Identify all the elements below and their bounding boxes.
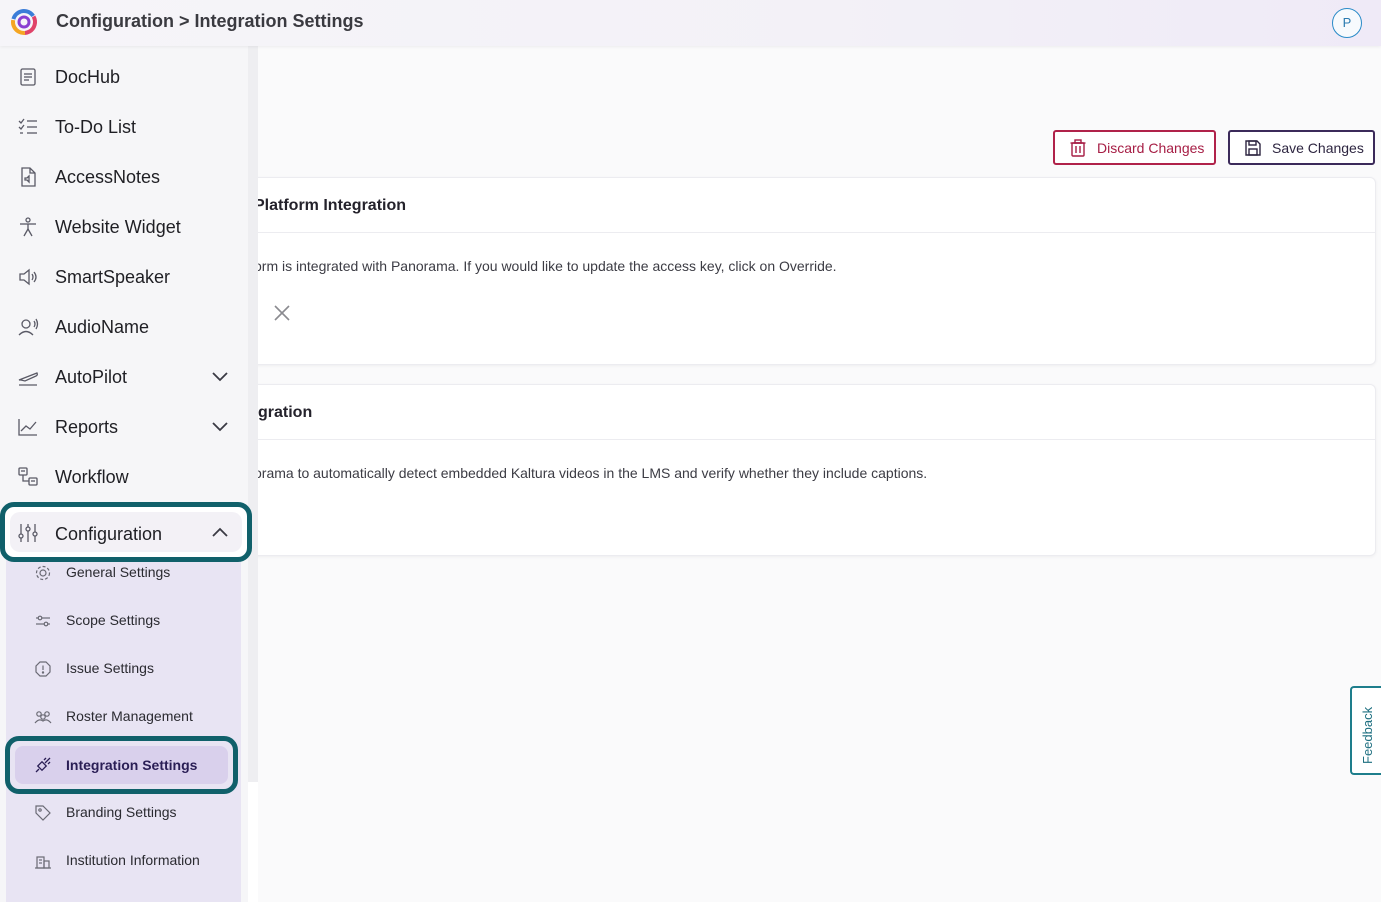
submenu-item-label: General Settings xyxy=(66,564,171,580)
sidebar-item-label: AutoPilot xyxy=(55,366,128,387)
submenu-item-label: Issue Settings xyxy=(66,660,154,676)
card-title: gration xyxy=(258,404,313,421)
close-icon[interactable] xyxy=(273,304,291,322)
card-description: orm is integrated with Panorama. If you … xyxy=(254,258,837,274)
sidebar-item-label: Configuration xyxy=(55,524,163,544)
sliders-icon xyxy=(36,615,50,627)
submenu-item-general-settings[interactable]: General Settings xyxy=(6,549,241,597)
feedback-label: Feedback xyxy=(1360,706,1375,764)
sliders-icon xyxy=(18,524,38,542)
submenu-item-label: Institution Information xyxy=(66,852,200,868)
sidebar-item-label: Website Widget xyxy=(55,216,181,237)
plug-icon xyxy=(35,757,51,773)
workflow-icon xyxy=(18,467,38,486)
building-icon xyxy=(35,856,51,869)
submenu-item-roster-management[interactable]: Roster Management xyxy=(6,693,241,741)
sidebar-item-label: Workflow xyxy=(55,466,129,487)
sidebar-item-label: SmartSpeaker xyxy=(55,266,171,287)
card-title: Platform Integration xyxy=(254,197,407,214)
submenu-item-scope-settings[interactable]: Scope Settings xyxy=(6,597,241,645)
submenu-item-institution-information[interactable]: Institution Information xyxy=(6,837,241,885)
discard-changes-button[interactable]: Discard Changes xyxy=(1053,130,1216,165)
sidebar-item-workflow[interactable]: Workflow xyxy=(0,452,248,502)
audio-file-icon xyxy=(21,167,36,187)
sidebar-item-dochub[interactable]: DocHub xyxy=(0,52,248,102)
card-header: Platform Integration xyxy=(249,178,1375,233)
submenu-item-label: Scope Settings xyxy=(66,612,161,628)
chevron-down-icon xyxy=(212,372,228,382)
card-description: orama to automatically detect embedded K… xyxy=(254,465,928,481)
tag-icon xyxy=(35,805,51,821)
accessibility-person-icon xyxy=(20,217,36,237)
sidebar-item-todo-list[interactable]: To-Do List xyxy=(0,102,248,152)
checklist-icon xyxy=(18,118,37,134)
submenu-item-branding-settings[interactable]: Branding Settings xyxy=(6,789,241,837)
sidebar-item-smartspeaker[interactable]: SmartSpeaker xyxy=(0,252,248,302)
feedback-tab[interactable]: Feedback xyxy=(1350,686,1381,775)
plane-icon xyxy=(18,372,38,386)
platform-integration-card: Platform Integration orm is integrated w… xyxy=(248,177,1376,365)
sidebar-item-audioname[interactable]: AudioName xyxy=(0,302,248,352)
users-icon xyxy=(34,711,52,724)
save-icon xyxy=(1245,139,1261,156)
sidebar-item-reports[interactable]: Reports xyxy=(0,402,248,452)
page-title: Configuration > Integration Settings xyxy=(56,11,364,31)
sidebar-item-autopilot[interactable]: AutoPilot xyxy=(0,352,248,402)
speaker-icon xyxy=(19,268,37,286)
sidebar-item-label: AccessNotes xyxy=(55,166,161,187)
sidebar-item-label: Reports xyxy=(55,416,119,437)
sidebar-item-website-widget[interactable]: Website Widget xyxy=(0,202,248,252)
save-changes-button[interactable]: Save Changes xyxy=(1228,130,1375,165)
gear-icon xyxy=(35,565,51,581)
app-logo-icon[interactable] xyxy=(8,6,40,38)
sidebar-item-label: DocHub xyxy=(55,66,121,87)
submenu-item-label: Branding Settings xyxy=(66,804,177,820)
submenu-item-label: Integration Settings xyxy=(66,757,198,773)
user-avatar[interactable]: P xyxy=(1332,8,1362,38)
top-bar: Configuration > Integration Settings P xyxy=(0,0,1381,46)
line-chart-icon xyxy=(18,419,37,436)
user-voice-icon xyxy=(18,318,39,336)
sidebar-item-label: AudioName xyxy=(55,316,150,337)
chevron-up-icon xyxy=(212,527,228,537)
document-icon xyxy=(20,68,36,86)
warning-icon xyxy=(35,661,51,677)
submenu-item-integration-settings[interactable]: Integration Settings xyxy=(5,736,238,794)
save-changes-label: Save Changes xyxy=(1272,139,1364,156)
sidebar-scrollbar[interactable] xyxy=(248,46,258,782)
trash-icon xyxy=(1070,138,1086,157)
card-header: gration xyxy=(249,385,1375,440)
chevron-down-icon xyxy=(212,422,228,432)
submenu-item-label: Roster Management xyxy=(66,708,193,724)
kaltura-integration-card: gration orama to automatically detect em… xyxy=(248,384,1376,556)
discard-changes-label: Discard Changes xyxy=(1097,139,1205,156)
sidebar-item-label: To-Do List xyxy=(55,116,137,137)
submenu-item-issue-settings[interactable]: Issue Settings xyxy=(6,645,241,693)
sidebar-item-accessnotes[interactable]: AccessNotes xyxy=(0,152,248,202)
